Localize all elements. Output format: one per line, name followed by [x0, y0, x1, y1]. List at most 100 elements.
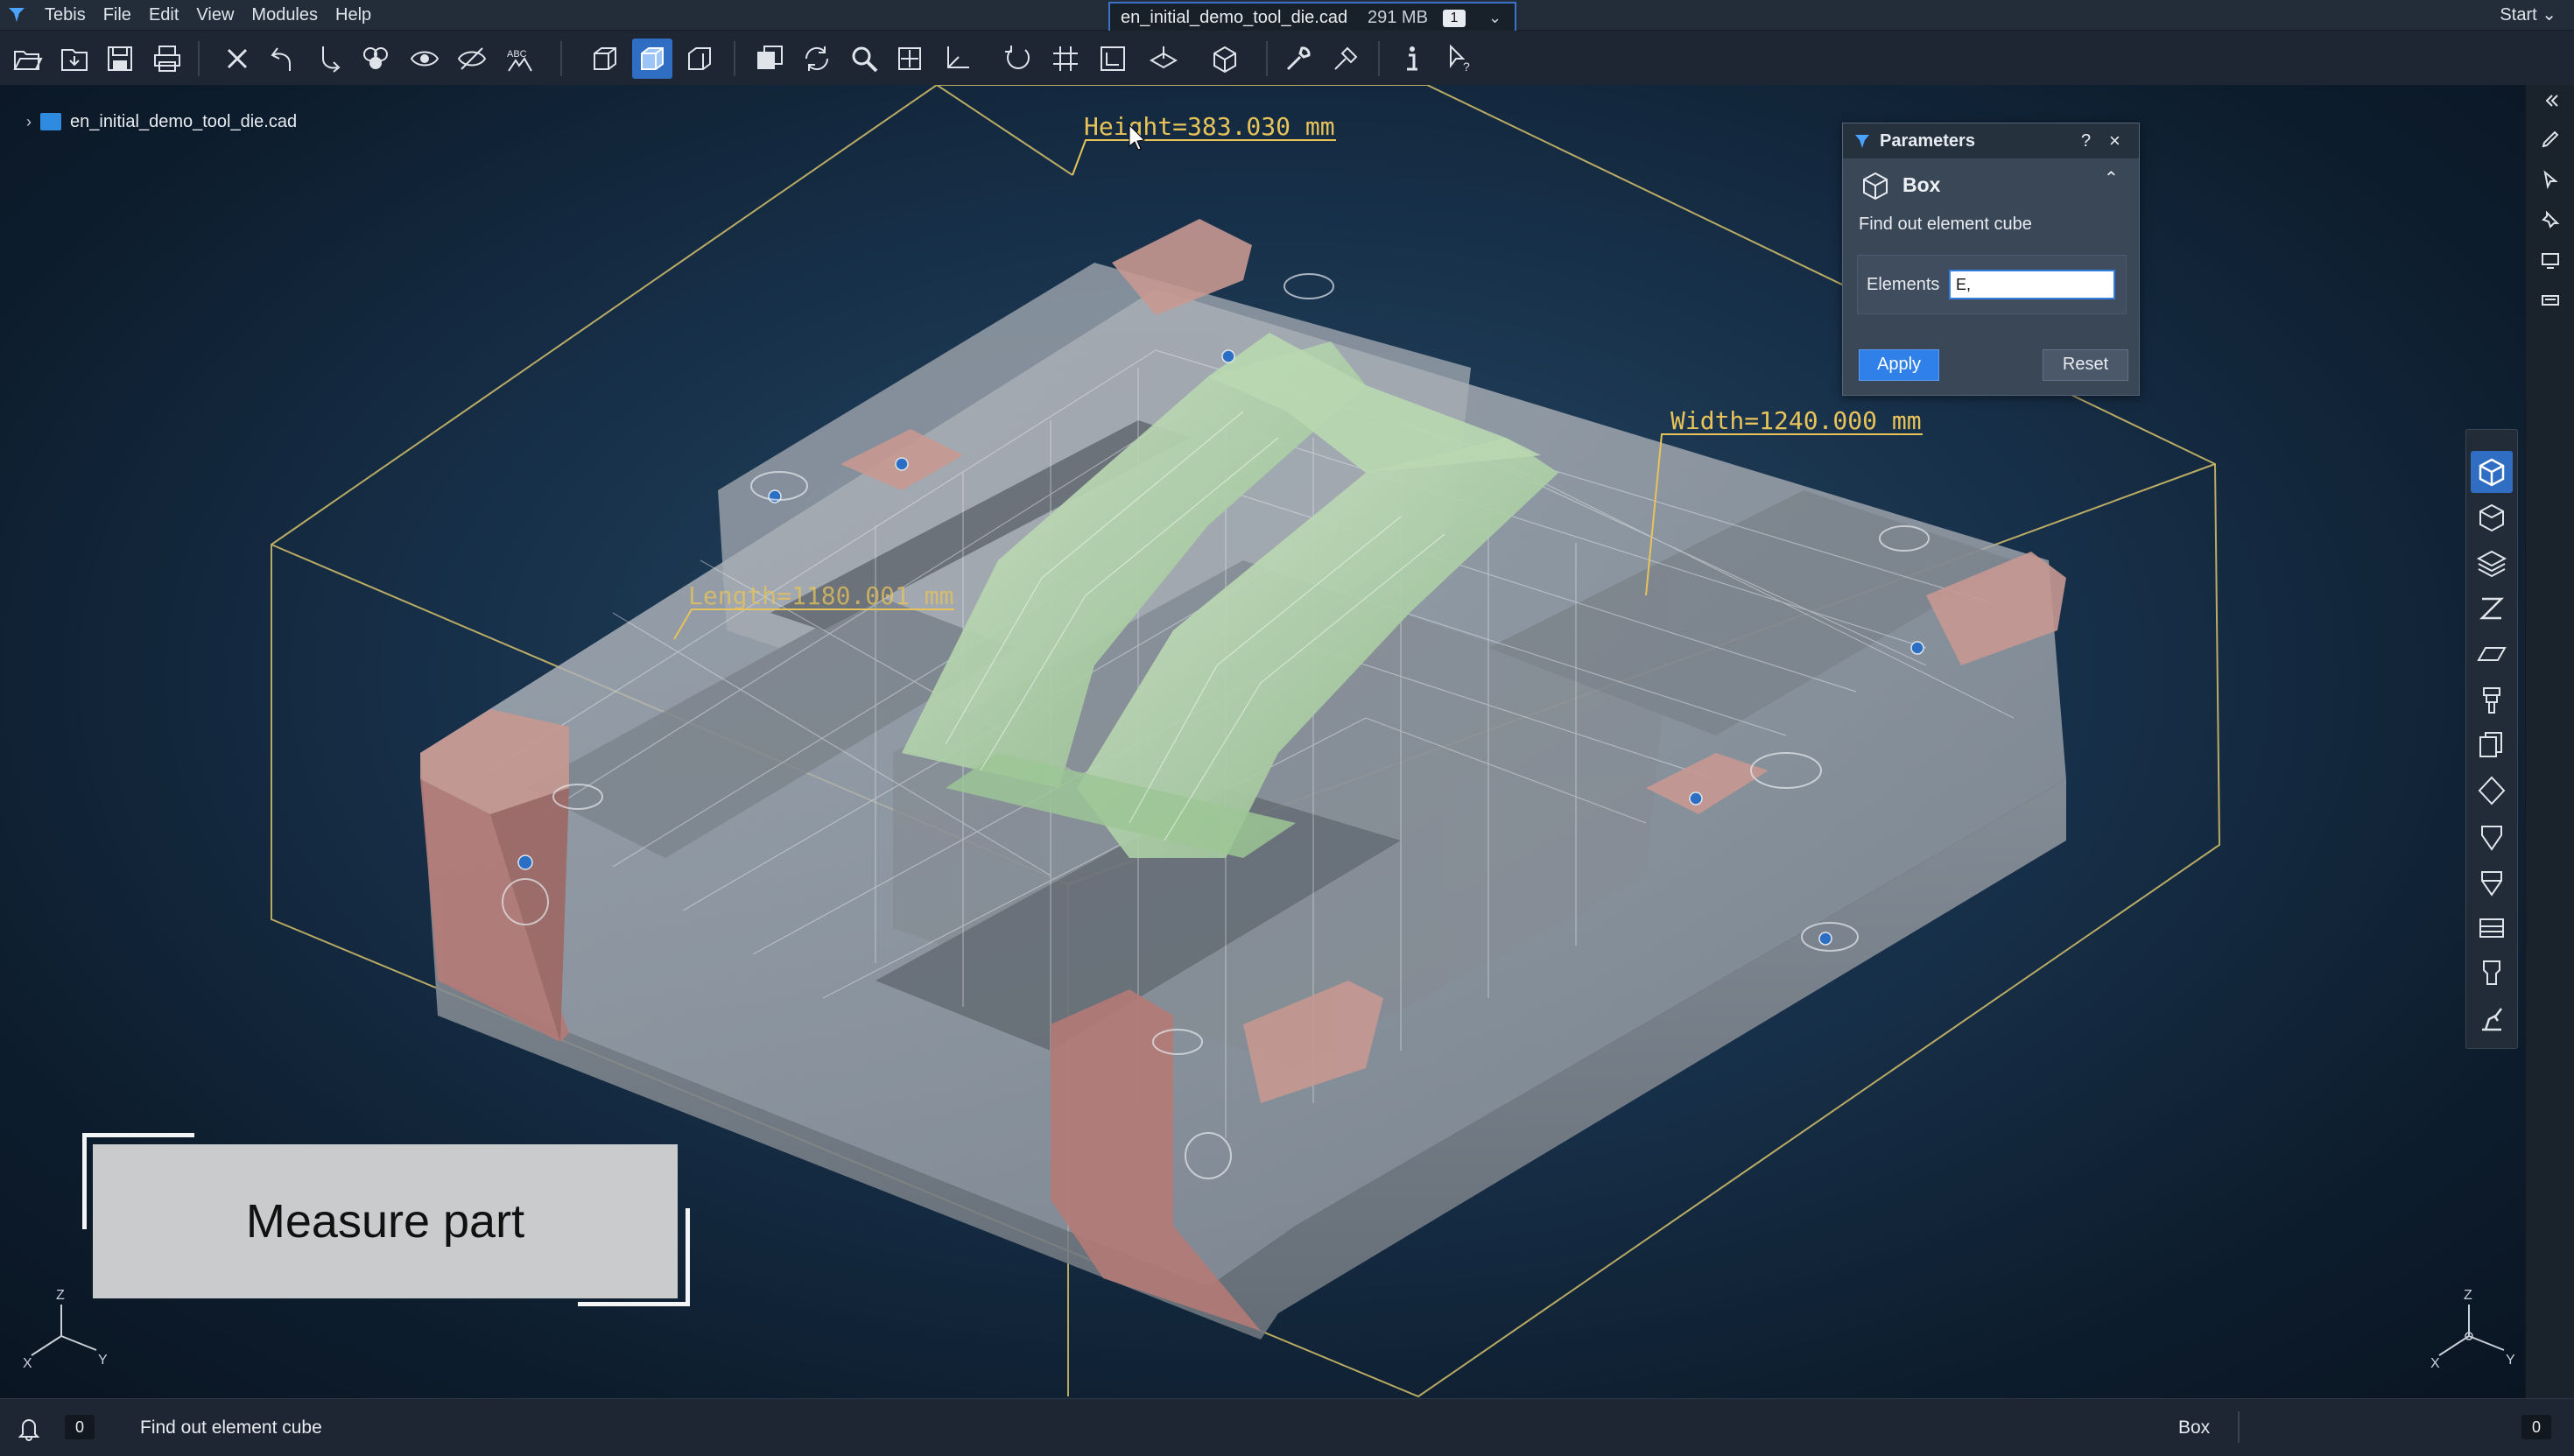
axis-x-label: X: [2430, 1356, 2440, 1371]
caption-bracket: [82, 1133, 194, 1137]
tool-holder-icon[interactable]: [2471, 679, 2513, 721]
surface-icon[interactable]: [2471, 633, 2513, 675]
parameters-title: Parameters: [1880, 131, 1975, 151]
plane-icon[interactable]: [1143, 39, 1184, 79]
grid-icon[interactable]: [1045, 39, 1086, 79]
apply-button[interactable]: Apply: [1859, 349, 1939, 381]
hide-icon[interactable]: [452, 39, 492, 79]
box-icon[interactable]: [1205, 39, 1245, 79]
axis-z-label: Z: [56, 1288, 65, 1303]
zoom-icon[interactable]: [844, 39, 884, 79]
axis-z-label: Z: [2464, 1288, 2472, 1303]
diamond-icon[interactable]: [2471, 770, 2513, 812]
model-tree: › en_initial_demo_tool_die.cad: [26, 109, 297, 135]
toolbar-separator: [198, 41, 200, 76]
mill-icon[interactable]: [2471, 952, 2513, 994]
delete-icon[interactable]: [217, 39, 257, 79]
caption-bracket: [82, 1133, 87, 1229]
tebis-logo-icon: [1855, 135, 1869, 148]
collapse-up-icon[interactable]: ⌃: [2104, 167, 2119, 189]
pan-icon[interactable]: [890, 39, 930, 79]
menu-modules[interactable]: Modules: [245, 0, 324, 30]
status-right-count: 0: [2521, 1415, 2551, 1439]
select-icon[interactable]: [2538, 167, 2563, 192]
print-icon[interactable]: [147, 39, 187, 79]
tebis-logo-icon[interactable]: [7, 4, 26, 24]
toolbar-separator: [560, 41, 562, 76]
elements-input[interactable]: E,: [1949, 270, 2115, 299]
menu-bar: Tebis File Edit View Modules Help en_ini…: [0, 0, 2574, 32]
axis-triad-left: Z X Y: [23, 1288, 108, 1371]
menu-tebis[interactable]: Tebis: [39, 0, 92, 30]
drawer-icon[interactable]: [2471, 906, 2513, 948]
axis-y-label: Y: [2506, 1353, 2515, 1368]
copy-icon[interactable]: [2471, 724, 2513, 766]
chevron-down-icon[interactable]: ⌄: [1488, 4, 1502, 32]
box-section-header[interactable]: Box ⌃: [1843, 158, 2139, 211]
view-front-icon[interactable]: [585, 39, 625, 79]
menu-file[interactable]: File: [97, 0, 137, 30]
refresh-icon[interactable]: [797, 39, 837, 79]
cutter-alt-icon[interactable]: [2471, 861, 2513, 903]
text-icon[interactable]: ABC: [499, 39, 539, 79]
help-cursor-icon[interactable]: ?: [1441, 39, 1481, 79]
box-section-title: Box: [1902, 173, 1941, 196]
robot-icon[interactable]: [2471, 997, 2513, 1039]
box-icon[interactable]: [2471, 451, 2513, 493]
parameters-header: Parameters ? ×: [1843, 123, 2139, 158]
caption-box: Measure part: [93, 1144, 678, 1298]
show-icon[interactable]: [404, 39, 445, 79]
save-icon[interactable]: [100, 39, 140, 79]
status-message: Find out element cube: [140, 1417, 322, 1438]
reset-button[interactable]: Reset: [2043, 349, 2128, 381]
monitor-icon[interactable]: [2538, 248, 2563, 272]
caption-bracket: [686, 1208, 690, 1306]
cutter-icon[interactable]: [2471, 815, 2513, 857]
pencil-icon[interactable]: [2538, 127, 2563, 151]
collapse-icon[interactable]: [2538, 88, 2563, 113]
width-dimension: Width=1240.000 mm: [1670, 406, 1922, 435]
open-icon[interactable]: [7, 39, 47, 79]
elements-row: Elements E,: [1857, 255, 2127, 314]
menu-view[interactable]: View: [190, 0, 240, 30]
info-icon[interactable]: [1392, 39, 1432, 79]
caption-text: Measure part: [245, 1195, 525, 1248]
analysis-icon[interactable]: [1326, 39, 1366, 79]
bell-icon[interactable]: [16, 1415, 42, 1441]
frame-icon[interactable]: [1093, 39, 1133, 79]
start-menu-button[interactable]: Start ⌄: [2500, 0, 2556, 30]
status-mode: Box: [2178, 1417, 2211, 1438]
toolbar-separator: [1378, 41, 1380, 76]
z-level-icon[interactable]: [2471, 587, 2513, 630]
layers-stack-icon[interactable]: [2471, 542, 2513, 584]
import-icon[interactable]: [54, 39, 95, 79]
folder-icon: [40, 113, 61, 130]
function-palette: [2465, 429, 2518, 1049]
axis-x-label: X: [23, 1356, 32, 1371]
undo-icon[interactable]: [263, 39, 303, 79]
solid-icon[interactable]: [2471, 496, 2513, 538]
pin-icon[interactable]: [2538, 207, 2563, 232]
redo-icon[interactable]: [310, 39, 350, 79]
menu-edit[interactable]: Edit: [143, 0, 185, 30]
right-sidebar: [2525, 85, 2574, 1398]
document-tab[interactable]: en_initial_demo_tool_die.cad 291 MB 1 ⌄: [1108, 2, 1516, 32]
keyboard-icon[interactable]: [2538, 288, 2563, 313]
view-side-icon[interactable]: [679, 39, 720, 79]
notification-count: 0: [65, 1415, 95, 1439]
close-button[interactable]: ×: [2109, 123, 2120, 158]
height-dimension: Height=383.030 mm: [1084, 112, 1335, 141]
rotate-icon[interactable]: [998, 39, 1038, 79]
status-separator: [2238, 1411, 2240, 1443]
window-icon[interactable]: [749, 39, 790, 79]
layers-icon[interactable]: [355, 39, 396, 79]
tree-root-label[interactable]: en_initial_demo_tool_die.cad: [70, 112, 297, 132]
tree-expand-icon[interactable]: ›: [26, 113, 32, 131]
elements-label: Elements: [1867, 275, 1940, 294]
menu-help[interactable]: Help: [329, 0, 377, 30]
help-button[interactable]: ?: [2081, 123, 2091, 158]
snap-icon[interactable]: [937, 39, 977, 79]
tools-icon[interactable]: [1278, 39, 1319, 79]
parameters-description: Find out element cube: [1859, 215, 2032, 234]
view-iso-icon[interactable]: [632, 39, 672, 79]
